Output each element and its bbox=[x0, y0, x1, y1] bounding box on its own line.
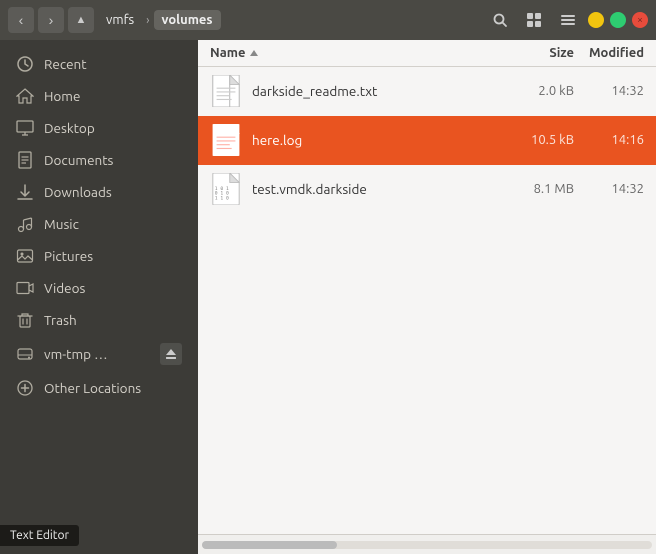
file-name-log: here.log bbox=[252, 132, 494, 148]
file-size-txt: 2.0 kB bbox=[494, 84, 574, 98]
file-name-txt: darkside_readme.txt bbox=[252, 83, 494, 99]
grid-view-icon bbox=[526, 12, 542, 28]
file-size-log: 10.5 kB bbox=[494, 133, 574, 147]
sidebar-item-downloads[interactable]: Downloads bbox=[0, 176, 198, 208]
sidebar-item-trash[interactable]: Trash bbox=[0, 304, 198, 336]
close-button[interactable]: × bbox=[632, 12, 648, 28]
file-modified-log: 14:16 bbox=[574, 133, 644, 147]
sidebar: Recent Home Desktop bbox=[0, 40, 198, 554]
toolbar-right: × bbox=[486, 6, 648, 34]
breadcrumb-separator: › bbox=[146, 14, 149, 27]
statusbar bbox=[198, 534, 656, 554]
sidebar-item-desktop[interactable]: Desktop bbox=[0, 112, 198, 144]
maximize-button[interactable] bbox=[610, 12, 626, 28]
hamburger-icon bbox=[560, 12, 576, 28]
titlebar: ‹ › ▲ vmfs › volumes bbox=[0, 0, 656, 40]
desktop-icon bbox=[16, 119, 34, 137]
sidebar-item-other-locations[interactable]: Other Locations bbox=[0, 372, 198, 404]
eject-button[interactable] bbox=[160, 343, 182, 365]
file-modified-vmdk: 14:32 bbox=[574, 182, 644, 196]
main-area: Recent Home Desktop bbox=[0, 40, 656, 554]
file-size-vmdk: 8.1 MB bbox=[494, 182, 574, 196]
file-row-txt[interactable]: darkside_readme.txt 2.0 kB 14:32 bbox=[198, 67, 656, 116]
sort-asc-icon bbox=[249, 48, 259, 58]
nav-up-button[interactable]: ▲ bbox=[68, 7, 94, 33]
home-icon bbox=[16, 87, 34, 105]
sidebar-label-desktop: Desktop bbox=[44, 120, 95, 136]
sidebar-label-other-locations: Other Locations bbox=[44, 380, 141, 396]
view-toggle-button[interactable] bbox=[520, 6, 548, 34]
search-icon bbox=[492, 12, 508, 28]
other-locations-icon bbox=[16, 379, 34, 397]
breadcrumb: vmfs › volumes bbox=[98, 10, 482, 30]
recent-icon bbox=[16, 55, 34, 73]
sidebar-label-vmtmp: vm-tmp … bbox=[44, 346, 108, 362]
videos-icon bbox=[16, 279, 34, 297]
file-row-vmdk[interactable]: 1 0 1 0 1 0 1 1 0 test.vmdk.darkside 8.1… bbox=[198, 165, 656, 214]
file-name-vmdk: test.vmdk.darkside bbox=[252, 181, 494, 197]
sidebar-item-videos[interactable]: Videos bbox=[0, 272, 198, 304]
column-modified-header[interactable]: Modified bbox=[574, 46, 644, 60]
minimize-button[interactable] bbox=[588, 12, 604, 28]
file-icon-vmdk: 1 0 1 0 1 0 1 1 0 bbox=[210, 173, 242, 205]
svg-text:1 1 0: 1 1 0 bbox=[215, 195, 229, 201]
sidebar-label-trash: Trash bbox=[44, 312, 77, 328]
file-icon-log bbox=[210, 124, 242, 156]
file-row-log[interactable]: here.log 10.5 kB 14:16 bbox=[198, 116, 656, 165]
text-editor-label: Text Editor bbox=[10, 529, 69, 542]
column-name-header[interactable]: Name bbox=[210, 46, 494, 60]
documents-icon bbox=[16, 151, 34, 169]
eject-icon bbox=[165, 348, 177, 360]
sidebar-item-vmtmp[interactable]: vm-tmp … bbox=[0, 336, 198, 372]
sidebar-item-pictures[interactable]: Pictures bbox=[0, 240, 198, 272]
file-modified-txt: 14:32 bbox=[574, 84, 644, 98]
text-editor-taskbar[interactable]: Text Editor bbox=[0, 525, 79, 546]
sidebar-label-music: Music bbox=[44, 216, 79, 232]
file-area: Name Size Modified bbox=[198, 40, 656, 554]
pictures-icon bbox=[16, 247, 34, 265]
search-button[interactable] bbox=[486, 6, 514, 34]
sidebar-item-home[interactable]: Home bbox=[0, 80, 198, 112]
sidebar-item-recent[interactable]: Recent bbox=[0, 48, 198, 80]
sidebar-item-music[interactable]: Music bbox=[0, 208, 198, 240]
menu-button[interactable] bbox=[554, 6, 582, 34]
sidebar-label-home: Home bbox=[44, 88, 80, 104]
downloads-icon bbox=[16, 183, 34, 201]
trash-icon bbox=[16, 311, 34, 329]
file-list: darkside_readme.txt 2.0 kB 14:32 bbox=[198, 67, 656, 534]
sidebar-label-videos: Videos bbox=[44, 280, 85, 296]
drive-icon bbox=[16, 345, 34, 363]
sidebar-item-documents[interactable]: Documents bbox=[0, 144, 198, 176]
sidebar-label-recent: Recent bbox=[44, 56, 87, 72]
sidebar-label-downloads: Downloads bbox=[44, 184, 112, 200]
sidebar-label-documents: Documents bbox=[44, 152, 113, 168]
breadcrumb-volumes[interactable]: volumes bbox=[154, 10, 221, 30]
nav-back-button[interactable]: ‹ bbox=[8, 7, 34, 33]
sidebar-label-pictures: Pictures bbox=[44, 248, 93, 264]
music-icon bbox=[16, 215, 34, 233]
breadcrumb-vmfs[interactable]: vmfs bbox=[98, 10, 142, 30]
column-headers: Name Size Modified bbox=[198, 40, 656, 67]
window: ‹ › ▲ vmfs › volumes bbox=[0, 0, 656, 554]
file-icon-txt bbox=[210, 75, 242, 107]
nav-forward-button[interactable]: › bbox=[38, 7, 64, 33]
column-size-header[interactable]: Size bbox=[494, 46, 574, 60]
